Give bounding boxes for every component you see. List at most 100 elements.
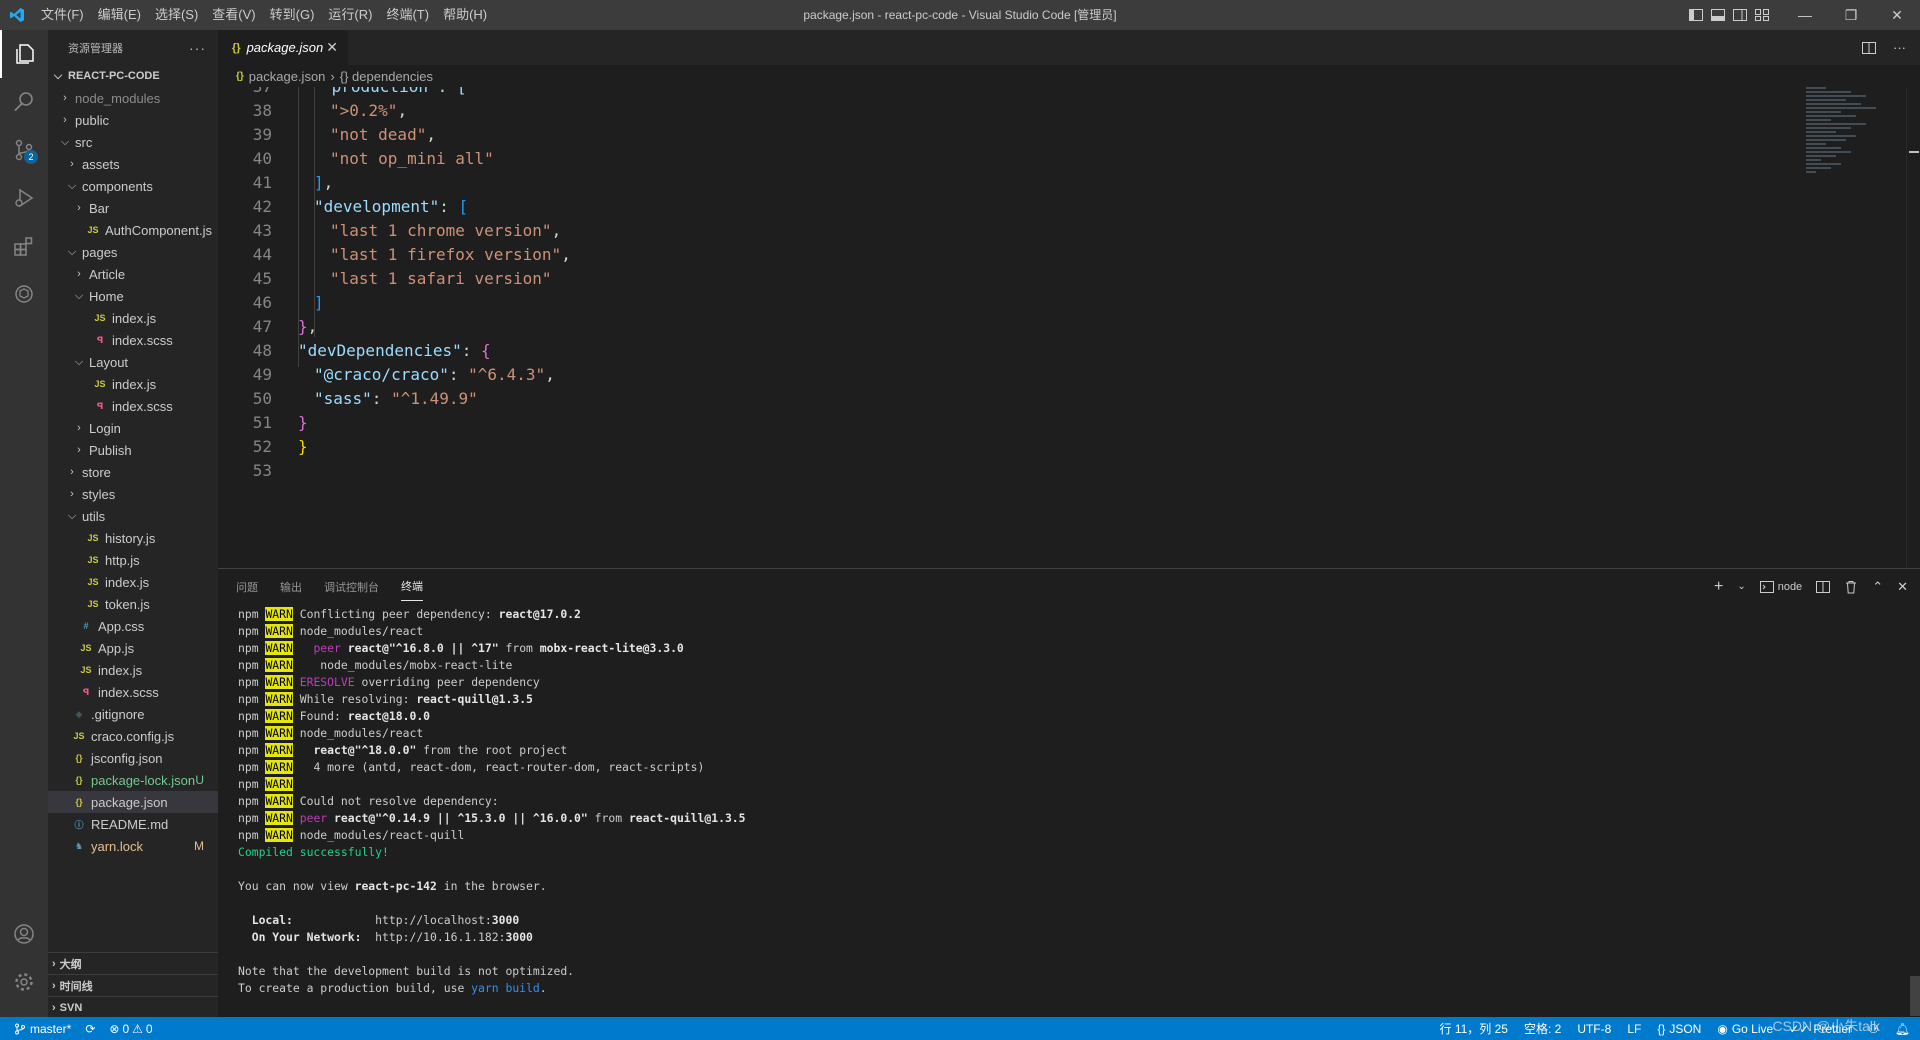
tree-folder[interactable]: ⌵ Layout: [48, 351, 218, 373]
menu-file[interactable]: 文件(F): [34, 0, 91, 30]
menu-terminal[interactable]: 终端(T): [379, 0, 436, 30]
trash-icon[interactable]: [1844, 580, 1858, 594]
more-actions-icon[interactable]: ···: [1893, 40, 1906, 55]
tree-file[interactable]: {} package.json: [48, 791, 218, 813]
customize-layout-icon[interactable]: [1754, 7, 1770, 23]
code-editor[interactable]: 37"production": [ 38">0.2%", 39"not dead…: [218, 87, 1920, 568]
tab-package-json[interactable]: {} package.json ✕: [218, 30, 348, 65]
tab-debug-console[interactable]: 调试控制台: [324, 573, 379, 601]
menu-view[interactable]: 查看(V): [205, 0, 262, 30]
tree-file[interactable]: {} package-lock.json U: [48, 769, 218, 791]
minimap[interactable]: [1806, 87, 1906, 197]
tree-folder[interactable]: › Bar: [48, 197, 218, 219]
menu-edit[interactable]: 编辑(E): [91, 0, 148, 30]
breadcrumb-file[interactable]: package.json: [249, 69, 326, 84]
tree-folder[interactable]: › assets: [48, 153, 218, 175]
run-debug-icon[interactable]: [0, 174, 48, 222]
tree-file[interactable]: # App.css: [48, 615, 218, 637]
chevron-down-icon[interactable]: ⌄: [1737, 581, 1745, 592]
close-tab-icon[interactable]: ✕: [326, 39, 338, 56]
toggle-panel-icon[interactable]: [1710, 7, 1726, 23]
tree-folder[interactable]: › Article: [48, 263, 218, 285]
more-actions-icon[interactable]: ···: [189, 40, 206, 56]
source-control-icon[interactable]: 2: [0, 126, 48, 174]
tree-folder[interactable]: › styles: [48, 483, 218, 505]
scrollbar-thumb[interactable]: [1910, 976, 1920, 1016]
tab-problems[interactable]: 问题: [236, 573, 258, 601]
breadcrumb-node[interactable]: {} dependencies: [340, 69, 433, 84]
tree-file[interactable]: ꟼ index.scss: [48, 395, 218, 417]
cursor-position[interactable]: 行 11，列 25: [1439, 1020, 1507, 1037]
tree-file[interactable]: JS index.js: [48, 571, 218, 593]
new-terminal-icon[interactable]: +: [1714, 578, 1723, 596]
tree-folder[interactable]: ⌵ src: [48, 131, 218, 153]
go-live-button[interactable]: ◉ Go Live: [1717, 1022, 1773, 1036]
outline-section[interactable]: › 大纲: [48, 952, 218, 974]
tree-file[interactable]: JS App.js: [48, 637, 218, 659]
terminal-scrollbar[interactable]: [1910, 606, 1920, 1016]
manage-gear-icon[interactable]: [0, 958, 48, 1006]
minimize-icon[interactable]: —: [1782, 0, 1828, 30]
terminal-instance[interactable]: node: [1759, 580, 1803, 594]
tree-item-label: craco.config.js: [91, 728, 175, 744]
tree-folder[interactable]: ⌵ components: [48, 175, 218, 197]
tree-folder[interactable]: › public: [48, 109, 218, 131]
tree-file[interactable]: ◆ .gitignore: [48, 703, 218, 725]
tree-file[interactable]: JS index.js: [48, 659, 218, 681]
menu-help[interactable]: 帮助(H): [436, 0, 494, 30]
chatgpt-icon[interactable]: [0, 270, 48, 318]
extensions-icon[interactable]: [0, 222, 48, 270]
js-file-icon: JS: [87, 533, 99, 543]
tree-folder[interactable]: ⌵ utils: [48, 505, 218, 527]
tree-file[interactable]: ꟼ index.scss: [48, 329, 218, 351]
encoding[interactable]: UTF-8: [1577, 1022, 1611, 1036]
tree-folder[interactable]: › store: [48, 461, 218, 483]
notifications-bell-icon[interactable]: 🔔︎: [1895, 1022, 1910, 1036]
timeline-section[interactable]: › 时间线: [48, 974, 218, 996]
code-line: 45 "last 1 safari version": [252, 269, 552, 288]
explorer-icon[interactable]: [0, 30, 48, 78]
tab-output[interactable]: 输出: [280, 573, 302, 601]
tree-file[interactable]: JS AuthComponent.js: [48, 219, 218, 241]
terminal-name: node: [1777, 580, 1803, 593]
tree-file[interactable]: JS index.js: [48, 373, 218, 395]
terminal-output[interactable]: npm WARN Conflicting peer dependency: re…: [238, 606, 746, 997]
restore-icon[interactable]: ❐: [1828, 0, 1874, 30]
close-panel-icon[interactable]: ✕: [1897, 579, 1908, 595]
menu-run[interactable]: 运行(R): [321, 0, 379, 30]
editor-scrollbar[interactable]: [1906, 87, 1920, 568]
toggle-sidebar-icon[interactable]: [1688, 7, 1704, 23]
tree-folder[interactable]: › Login: [48, 417, 218, 439]
tree-file[interactable]: ⓘ README.md: [48, 813, 218, 835]
maximize-panel-icon[interactable]: ⌃: [1872, 579, 1883, 595]
tree-folder[interactable]: ⌵ pages: [48, 241, 218, 263]
workspace-root[interactable]: ⌵ REACT-PC-CODE: [48, 65, 218, 87]
tree-file[interactable]: JS http.js: [48, 549, 218, 571]
tab-terminal[interactable]: 终端: [401, 572, 423, 601]
toggle-secondary-sidebar-icon[interactable]: [1732, 7, 1748, 23]
branch-indicator[interactable]: master*: [14, 1022, 71, 1036]
end-of-line[interactable]: LF: [1627, 1022, 1641, 1036]
tree-file[interactable]: ꟼ index.scss: [48, 681, 218, 703]
tree-file[interactable]: JS craco.config.js: [48, 725, 218, 747]
tree-file[interactable]: JS index.js: [48, 307, 218, 329]
tree-folder[interactable]: › node_modules: [48, 87, 218, 109]
sync-icon[interactable]: ⟳: [85, 1022, 95, 1036]
tree-file[interactable]: JS token.js: [48, 593, 218, 615]
tree-file[interactable]: {} jsconfig.json: [48, 747, 218, 769]
menu-selection[interactable]: 选择(S): [148, 0, 205, 30]
svn-section[interactable]: › SVN: [48, 996, 218, 1018]
language-mode[interactable]: {} JSON: [1657, 1022, 1701, 1036]
split-terminal-icon[interactable]: [1816, 580, 1831, 594]
split-editor-icon[interactable]: [1861, 40, 1877, 56]
tree-folder[interactable]: › Publish: [48, 439, 218, 461]
tree-file[interactable]: ♞ yarn.lock M: [48, 835, 218, 857]
indentation[interactable]: 空格: 2: [1524, 1020, 1561, 1037]
menu-go[interactable]: 转到(G): [263, 0, 322, 30]
tree-file[interactable]: JS history.js: [48, 527, 218, 549]
search-icon[interactable]: [0, 78, 48, 126]
account-icon[interactable]: [0, 910, 48, 958]
tree-folder[interactable]: ⌵ Home: [48, 285, 218, 307]
problems-indicator[interactable]: ⊗ 0 ⚠ 0: [109, 1022, 152, 1036]
close-window-icon[interactable]: ✕: [1874, 0, 1920, 30]
